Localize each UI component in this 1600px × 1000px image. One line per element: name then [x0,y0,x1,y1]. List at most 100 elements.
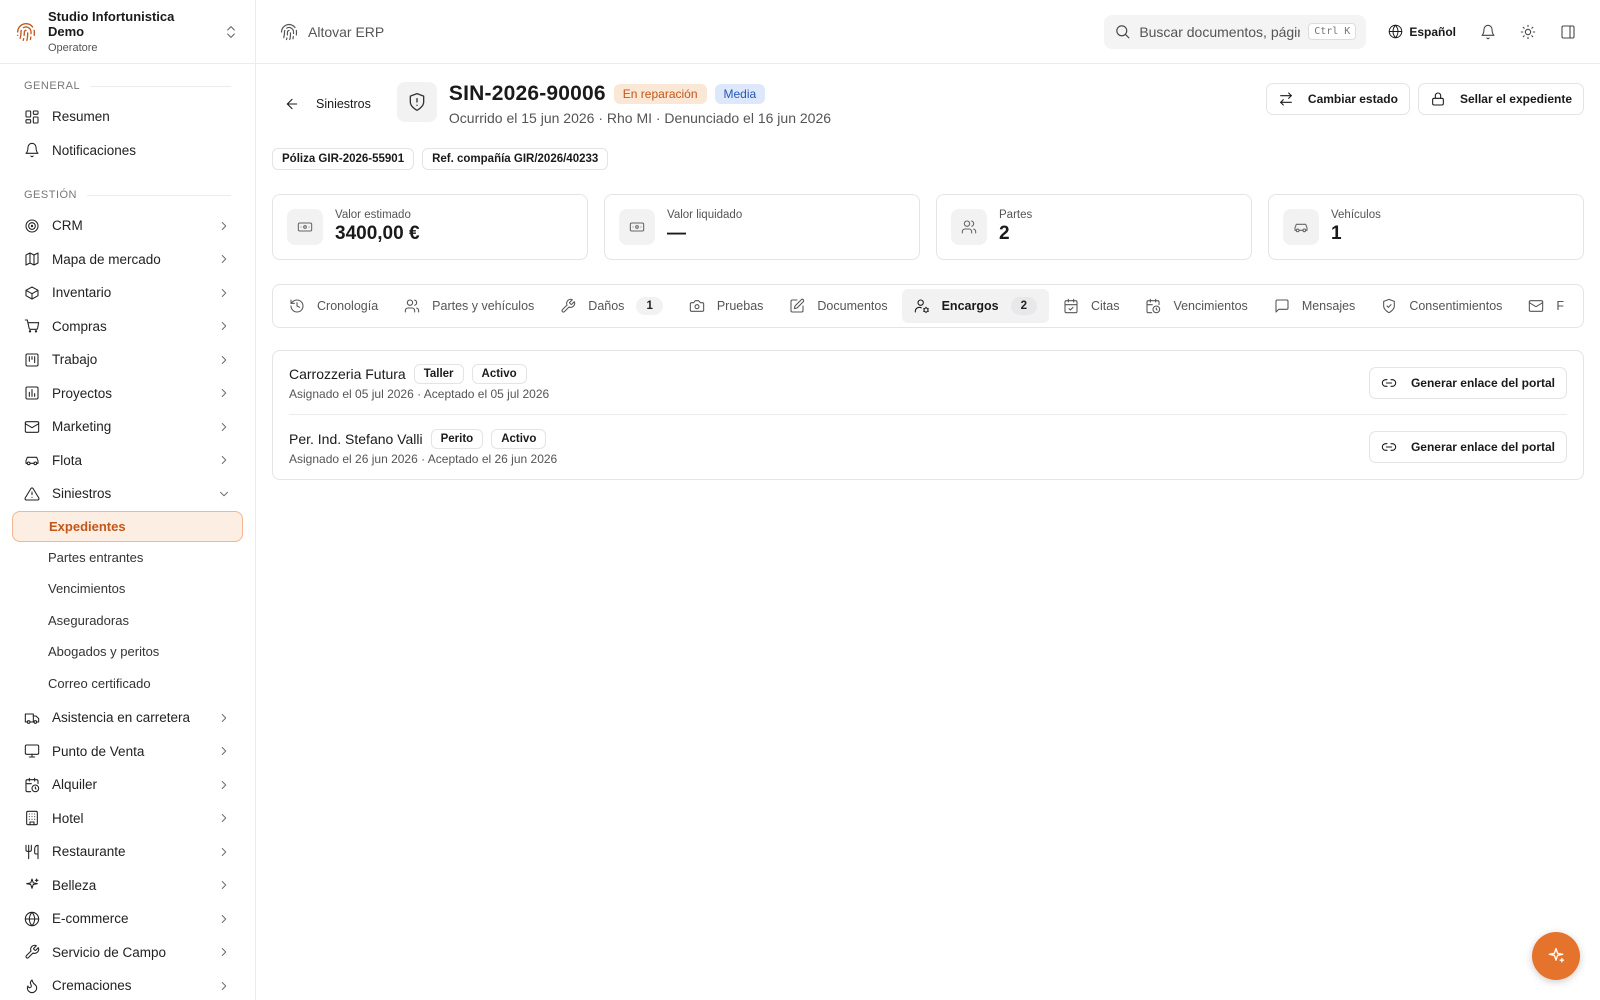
map-icon [24,251,40,267]
camera-icon [689,298,705,314]
org-switcher[interactable]: Studio Infortunistica Demo Operatore [0,0,255,64]
tab-cronologia[interactable]: Cronología [277,289,390,323]
search-icon [1114,23,1131,40]
stat-card-parties: Partes 2 [936,194,1252,260]
button-label: Generar enlace del portal [1410,375,1555,390]
chevron-right-icon [217,811,231,825]
tab-label: Documentos [817,299,888,313]
tab-truncated[interactable]: F [1516,289,1576,323]
message-icon [1274,298,1290,314]
search-input[interactable] [1139,23,1301,40]
tab-partes-y-vehiculos[interactable]: Partes y vehículos [392,289,546,323]
shield-check-icon [1381,298,1397,314]
sidebar-item-resumen[interactable]: Resumen [0,100,255,134]
history-icon [289,298,305,314]
ai-assistant-button[interactable] [1532,932,1580,980]
fingerprint-icon [16,22,36,42]
banknote-icon [287,209,323,245]
chevron-right-icon [217,979,231,993]
generate-portal-link-button[interactable]: Generar enlace del portal [1368,366,1567,399]
tab-vencimientos[interactable]: Vencimientos [1133,289,1259,323]
arrows-swap-icon [1278,91,1294,107]
assignee-name: Carrozzeria Futura [289,366,406,382]
brand-name: Altovar ERP [308,23,385,40]
sidebar-item-compras[interactable]: Compras [0,310,255,344]
change-status-button[interactable]: Cambiar estado [1265,83,1410,115]
tab-citas[interactable]: Citas [1051,289,1131,323]
mail-icon [24,419,40,435]
company-ref-chip: Ref. compañía GIR/2026/40233 [422,148,609,170]
sidebar-item-crm[interactable]: CRM [0,209,255,243]
claim-header: Siniestros SIN-2026-90006 En reparación … [272,64,1584,142]
sidebar-item-marketing[interactable]: Marketing [0,410,255,444]
sidebar-item-punto-de-venta[interactable]: Punto de Venta [0,735,255,769]
tab-consentimientos[interactable]: Consentimientos [1369,289,1514,323]
sidebar-item-siniestros[interactable]: Siniestros [0,477,255,511]
change-status-label: Cambiar estado [1307,92,1398,106]
sidebar-item-inventario[interactable]: Inventario [0,276,255,310]
sidebar-item-restaurante[interactable]: Restaurante [0,835,255,869]
sidebar-item-label: Resumen [52,109,110,125]
flame-icon [24,978,40,994]
seal-case-button[interactable]: Sellar el expediente [1417,83,1584,115]
policy-chip[interactable]: Póliza GIR-2026-55901 [272,148,415,170]
stat-value: 1 [1331,223,1342,244]
sidebar-subitem-expedientes[interactable]: Expedientes [12,510,243,542]
back-label: Siniestros [316,97,371,111]
chevron-right-icon [217,878,231,892]
tab-documentos[interactable]: Documentos [777,289,899,323]
sidebar-item-cremaciones[interactable]: Cremaciones [0,969,255,1000]
main-content: Siniestros SIN-2026-90006 En reparación … [256,64,1600,1000]
tab-count: 1 [636,297,663,315]
truck-icon [24,710,40,726]
language-selector[interactable]: Español [1388,24,1456,39]
tab-count: 2 [1010,297,1037,315]
sparkles-icon [24,877,40,893]
sidebar-subitem-abogados-y-peritos[interactable]: Abogados y peritos [0,636,255,668]
brand[interactable]: Altovar ERP [280,23,384,41]
chevron-right-icon [217,945,231,959]
link-icon [1381,439,1397,455]
sidebar-item-asistencia-en-carretera[interactable]: Asistencia en carretera [0,701,255,735]
sidebar-item-label: Inventario [52,285,112,301]
sidebar-item-label: Notificaciones [52,142,137,158]
assignee-name: Per. Ind. Stefano Valli [289,430,423,447]
warning-icon [24,486,40,502]
sidebar-item-trabajo[interactable]: Trabajo [0,343,255,377]
generate-portal-link-button[interactable]: Generar enlace del portal [1368,431,1567,463]
kanban-icon [24,352,40,368]
button-label: Generar enlace del portal [1410,440,1555,454]
sidebar-item-notificaciones[interactable]: Notificaciones [0,134,255,168]
car-icon [24,452,40,468]
sidebar-item-belleza[interactable]: Belleza [0,869,255,903]
sidebar-item-servicio-de-campo[interactable]: Servicio de Campo [0,936,255,970]
fingerprint-icon [280,23,298,41]
tab-pruebas[interactable]: Pruebas [677,289,776,323]
state-tag: Activo [471,364,527,384]
chevron-right-icon [217,845,231,859]
tab-mensajes[interactable]: Mensajes [1262,289,1368,323]
back-link[interactable]: Siniestros [284,96,371,112]
nav-section-general: GENERAL [0,76,255,96]
sparkles-icon [1546,946,1566,966]
sidebar-subitem-partes-entrantes[interactable]: Partes entrantes [0,542,255,574]
globe-icon [24,911,40,927]
sun-icon[interactable] [1520,24,1536,40]
sidebar-item-proyectos[interactable]: Proyectos [0,377,255,411]
tab-encargos[interactable]: Encargos 2 [901,289,1049,323]
sidebar-item-hotel[interactable]: Hotel [0,802,255,836]
panel-toggle-icon[interactable] [1560,24,1576,40]
calendar-clock-icon [24,777,40,793]
sidebar-item-label: Restaurante [52,844,126,860]
sidebar-subitem-vencimientos[interactable]: Vencimientos [0,573,255,605]
search-box[interactable]: Ctrl K [1104,14,1367,49]
sidebar-item-alquiler[interactable]: Alquiler [0,768,255,802]
sidebar-item-flota[interactable]: Flota [0,444,255,478]
tab-danos[interactable]: Daños 1 [548,289,675,323]
sidebar-subitem-correo-certificado[interactable]: Correo certificado [0,668,255,700]
sidebar-item-mapa-de-mercado[interactable]: Mapa de mercado [0,243,255,277]
sidebar-subitem-aseguradoras[interactable]: Aseguradoras [0,605,255,637]
sidebar-item-e-commerce[interactable]: E-commerce [0,902,255,936]
bell-icon[interactable] [1480,24,1496,40]
tab-label: Daños [588,299,625,313]
